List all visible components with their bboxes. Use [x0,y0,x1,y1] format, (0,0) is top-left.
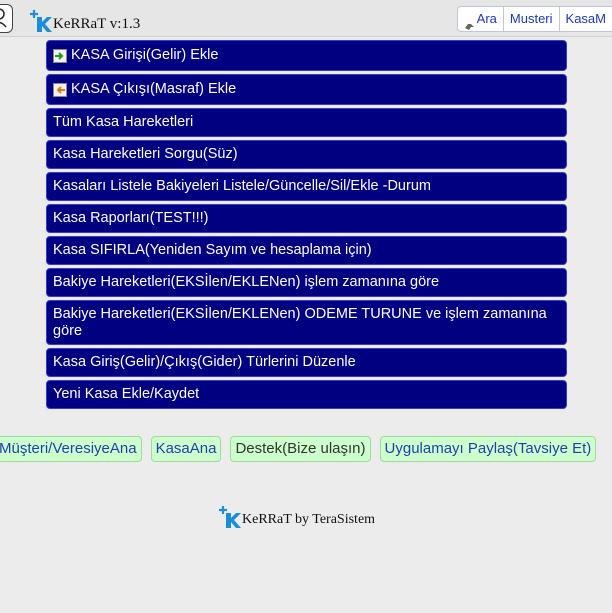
nav-musteri-label: Musteri [509,11,553,26]
nav-kasam-button[interactable]: KasaM [558,6,612,32]
menu-item-label: KASA Çıkışı(Masraf) Ekle [71,81,237,97]
nav-kasam-label: KasaM [565,11,606,26]
bottom-links: Müşteri/VeresiyeAna KasaAna Destek(Bize … [0,436,597,462]
menu-item-label: KASA Girişi(Gelir) Ekle [71,47,219,63]
top-nav: Ara Musteri KasaM [456,6,612,32]
musteri-veresiye-link[interactable]: Müşteri/VeresiyeAna [0,436,142,462]
nav-ara-button[interactable]: Ara [456,6,503,32]
kerrat-logo-icon [30,9,52,33]
menu-item-label: Yeni Kasa Ekle/Kaydet [53,386,200,402]
menu-item-label: Bakiye Hareketleri(EKSİlen/EKLENen) ODEM… [53,305,547,339]
top-bar: KeRRaT v:1.3 Ara Musteri KasaM [0,0,612,37]
kerrat-logo-icon [219,505,241,529]
nav-musteri-button[interactable]: Musteri [502,6,559,32]
kasa-menu: KASA Girişi(Gelir) Ekle KASA Çıkışı(Masr… [46,40,567,412]
menu-item-kasa-raporlari[interactable]: Kasa Raporları(TEST!!!) [46,204,567,233]
app-title: KeRRaT v:1.3 [53,16,141,32]
menu-item-kasa-sifirla[interactable]: Kasa SIFIRLA(Yeniden Sayım ve hesaplama … [46,236,567,265]
income-arrow-icon [53,48,67,63]
footer: KeRRaT by TeraSistem [219,505,375,529]
menu-item-kasa-cikisi[interactable]: KASA Çıkışı(Masraf) Ekle [46,74,567,105]
menu-item-label: Kasa SIFIRLA(Yeniden Sayım ve hesaplama … [53,242,372,258]
menu-item-label: Kasa Hareketleri Sorgu(Süz) [53,146,238,162]
nav-ara-label: Ara [476,11,497,26]
menu-item-bakiye-hareketleri-odeme[interactable]: Bakiye Hareketleri(EKSİlen/EKLENen) ODEM… [46,300,567,345]
destek-link[interactable]: Destek(Bize ulaşın) [230,436,371,462]
menu-item-label: Kasaları Listele Bakiyeleri Listele/Günc… [53,178,431,194]
menu-item-label: Kasa Giriş(Gelir)/Çıkış(Gider) Türlerini… [53,354,356,370]
expense-arrow-icon [53,82,67,97]
menu-item-kasa-girisi[interactable]: KASA Girişi(Gelir) Ekle [46,40,567,71]
uygulamayi-paylas-link[interactable]: Uygulamayı Paylaş(Tavsiye Et) [379,436,597,462]
menu-item-label: Bakiye Hareketleri(EKSİlen/EKLENen) işle… [53,274,440,290]
app-logo[interactable]: KeRRaT v:1.3 [30,7,140,33]
menu-item-tum-kasa-hareketleri[interactable]: Tüm Kasa Hareketleri [46,108,567,137]
menu-item-kasalari-listele[interactable]: Kasaları Listele Bakiyeleri Listele/Günc… [46,172,567,201]
menu-item-yeni-kasa-ekle[interactable]: Yeni Kasa Ekle/Kaydet [46,380,567,409]
menu-item-bakiye-hareketleri-zaman[interactable]: Bakiye Hareketleri(EKSİlen/EKLENen) işle… [46,268,567,297]
footer-text: KeRRaT by TeraSistem [242,512,376,527]
menu-item-label: Kasa Raporları(TEST!!!) [53,210,209,226]
menu-item-kasa-hareketleri-sorgu[interactable]: Kasa Hareketleri Sorgu(Süz) [46,140,567,169]
pin-icon [464,15,475,31]
menu-item-label: Tüm Kasa Hareketleri [53,114,194,130]
menu-item-giris-cikis-turleri[interactable]: Kasa Giriş(Gelir)/Çıkış(Gider) Türlerini… [46,348,567,377]
kasa-ana-link[interactable]: KasaAna [150,436,222,462]
user-icon[interactable] [0,4,13,33]
